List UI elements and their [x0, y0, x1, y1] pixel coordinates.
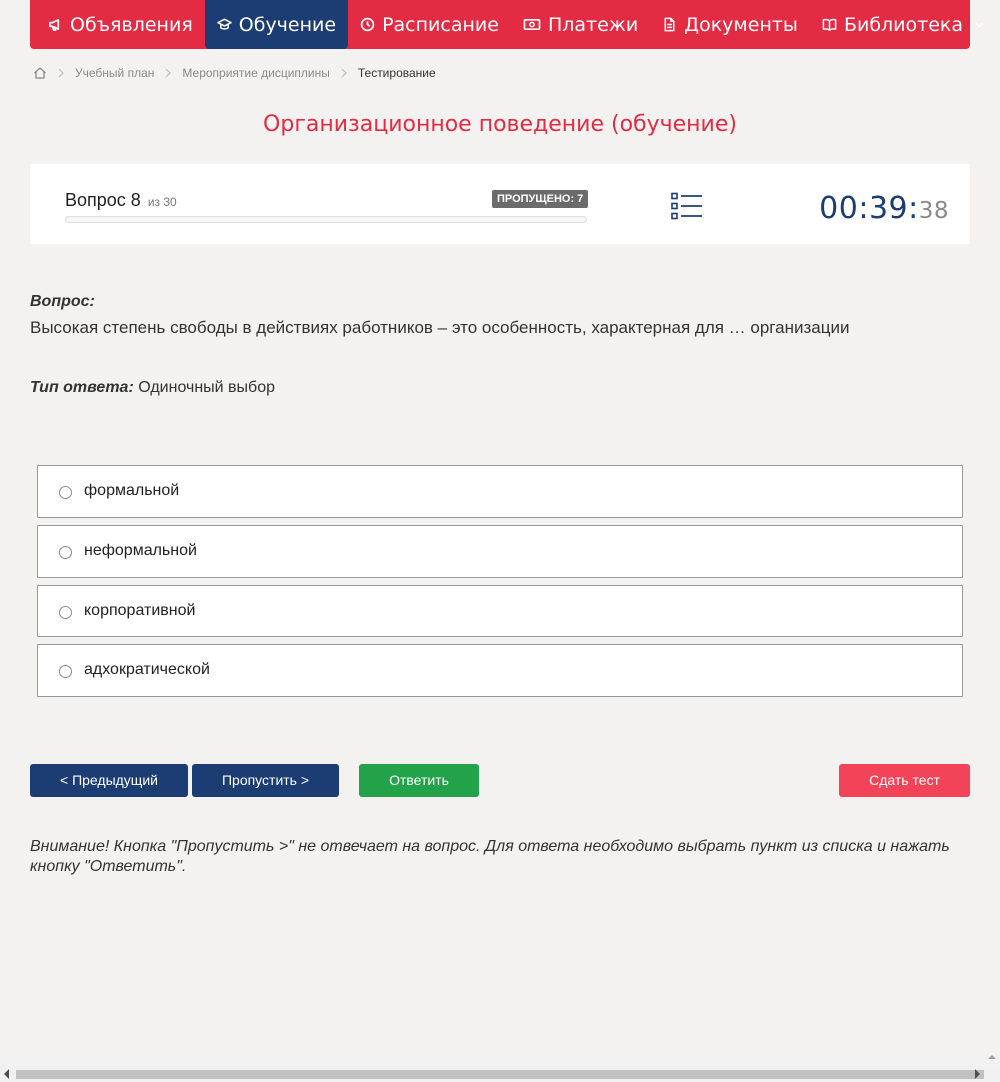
graduation-cap-icon — [216, 18, 232, 30]
skipped-badge: ПРОПУЩЕНО: 7 — [492, 190, 589, 208]
question-list-icon[interactable] — [671, 192, 703, 220]
nav-item-payments[interactable]: Платежи — [511, 0, 650, 49]
nav-item-label: Документы — [684, 13, 798, 36]
nav-item-label: Обучение — [238, 13, 337, 36]
skip-button[interactable]: Пропустить > — [192, 764, 339, 797]
main-nav: Объявления Обучение Расписание Платежи Д… — [30, 0, 984, 49]
answer-option[interactable]: адхократической — [37, 644, 963, 697]
nav-item-label: Расписание — [382, 13, 499, 36]
timer-hours-minutes: 00:39: — [819, 191, 919, 226]
submit-test-button[interactable]: Сдать тест — [839, 764, 970, 797]
chevron-right-icon — [58, 68, 64, 78]
nav-item-label: Платежи — [547, 13, 639, 36]
answer-option[interactable]: корпоративной — [37, 585, 963, 637]
breadcrumb-current: Тестирование — [357, 66, 436, 80]
clock-icon — [360, 17, 375, 32]
nav-item-library[interactable]: Библиотека — [810, 0, 1000, 49]
answer-option-label: формальной — [84, 482, 180, 499]
answer-type-label: Тип ответа: — [30, 379, 134, 396]
scroll-right-arrow[interactable] — [975, 1069, 980, 1079]
home-icon[interactable] — [33, 66, 47, 80]
nav-item-label: Библиотека — [843, 13, 964, 36]
answer-option[interactable]: неформальной — [37, 525, 963, 578]
question-text: Высокая степень свободы в действиях рабо… — [30, 318, 850, 337]
answer-option-label: корпоративной — [84, 602, 196, 619]
chevron-down-icon — [975, 22, 984, 28]
answer-type-value: Одиночный выбор — [138, 379, 275, 396]
nav-item-label: Объявления — [70, 13, 193, 36]
answer-option-label: неформальной — [84, 542, 197, 559]
nav-item-documents[interactable]: Документы — [650, 0, 810, 49]
breadcrumb-discipline-event[interactable]: Мероприятие дисциплины — [182, 66, 329, 80]
nav-item-announcements[interactable]: Объявления — [30, 0, 205, 49]
chevron-right-icon — [341, 68, 347, 78]
timer-seconds: 38 — [918, 198, 949, 224]
nav-item-learning[interactable]: Обучение — [204, 0, 349, 49]
answer-option[interactable]: формальной — [37, 465, 963, 518]
timer: 00:39:38 — [819, 191, 949, 226]
money-icon — [523, 18, 541, 31]
radio-button[interactable] — [59, 486, 72, 499]
radio-button[interactable] — [59, 665, 72, 678]
horizontal-scrollbar[interactable] — [0, 1066, 1000, 1082]
megaphone-icon — [49, 18, 60, 31]
breadcrumb: Учебный план Мероприятие дисциплины Тест… — [33, 64, 436, 82]
skip-warning: Внимание! Кнопка "Пропустить >" не отвеч… — [30, 838, 950, 875]
question-total: из 30 — [147, 195, 177, 209]
breadcrumb-curriculum[interactable]: Учебный план — [75, 66, 154, 80]
question-counter: Вопрос 8 из 30 — [65, 190, 177, 211]
question-number: Вопрос 8 — [65, 190, 141, 210]
question-label: Вопрос: — [30, 293, 95, 310]
progress-bar — [65, 216, 587, 223]
scrollbar-thumb[interactable] — [16, 1070, 984, 1079]
radio-button[interactable] — [59, 546, 72, 559]
nav-item-schedule[interactable]: Расписание — [348, 0, 511, 49]
test-progress-panel: Вопрос 8 из 30 ПРОПУЩЕНО: 7 00:39:38 — [30, 164, 970, 244]
book-icon — [822, 18, 837, 31]
document-icon — [664, 17, 675, 32]
scroll-up-arrow[interactable] — [988, 1055, 996, 1059]
answer-option-label: адхократической — [84, 661, 210, 678]
answer-type: Тип ответа: Одиночный выбор — [30, 379, 275, 397]
previous-button[interactable]: < Предыдущий — [30, 764, 188, 797]
radio-button[interactable] — [59, 606, 72, 619]
page-title: Организационное поведение (обучение) — [263, 112, 737, 137]
answer-button[interactable]: Ответить — [359, 764, 479, 797]
scroll-left-arrow[interactable] — [4, 1069, 9, 1079]
chevron-right-icon — [165, 68, 172, 78]
